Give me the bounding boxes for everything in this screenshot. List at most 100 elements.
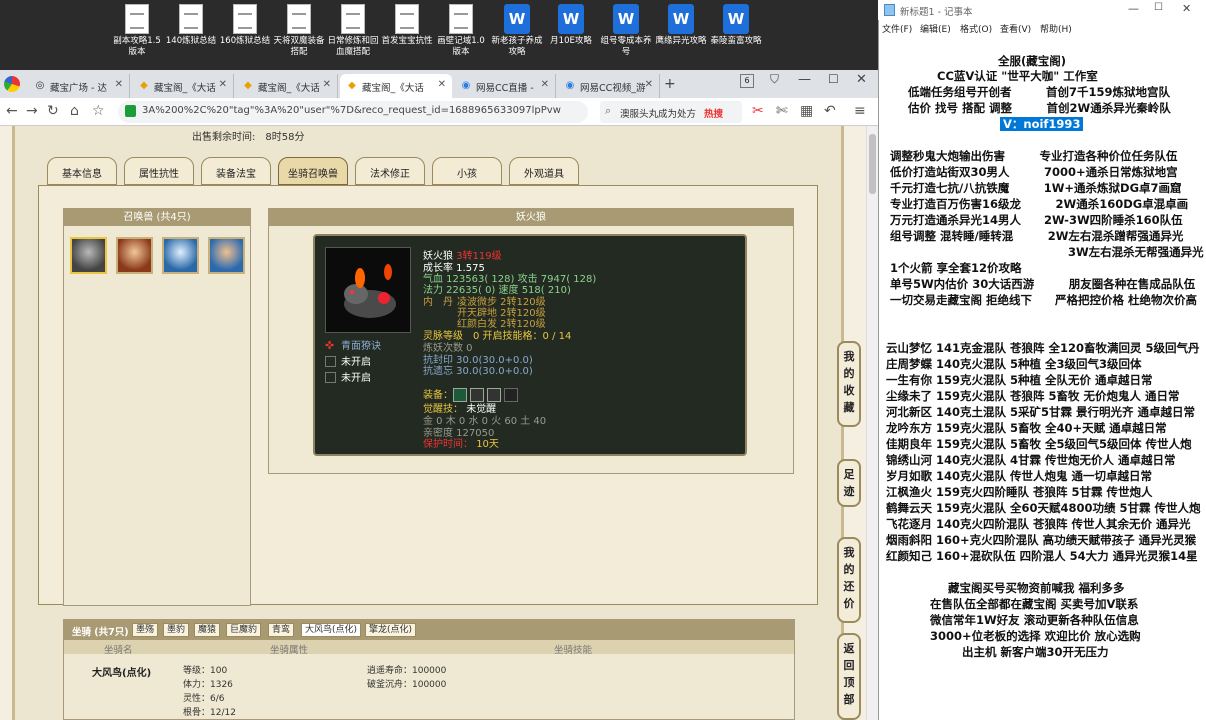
equip-slot-3[interactable] <box>487 388 501 402</box>
back-icon[interactable]: ← <box>6 103 18 119</box>
my-favorites-button[interactable]: 我的收藏 <box>837 341 861 427</box>
search-input[interactable]: ⌕ 澳服头丸成为处方 热搜 <box>600 101 742 123</box>
shirt-icon[interactable]: ⛉ <box>770 72 779 87</box>
mount-name: 大风鸟(点化) <box>92 668 152 679</box>
document-icon <box>233 4 257 34</box>
pet-avatar-wolf[interactable] <box>70 237 107 274</box>
bookmark-star-icon[interactable]: ☆ <box>92 103 105 119</box>
notepad-close-button[interactable]: ✕ <box>1182 2 1191 15</box>
equip-slot-4[interactable] <box>504 388 518 402</box>
mount-tab-1[interactable]: 墨殇 <box>132 623 159 637</box>
forward-icon[interactable]: → <box>26 103 38 119</box>
browser-tab-5[interactable]: ◉ 网易CC直播 - ✕ <box>454 74 556 98</box>
tab-basic-info[interactable]: 基本信息 <box>47 157 117 185</box>
desktop-icon-file-11[interactable]: W 鹰缘异光攻略 <box>654 4 708 47</box>
back-to-top-button[interactable]: 返回顶部 <box>837 633 861 720</box>
team-line: 云山梦忆 141克金混队 苍狼阵 全120畜牧满回灵 5级回气丹 <box>886 341 1200 355</box>
col-mount-attr: 坐骑属性 <box>270 645 309 656</box>
url-field[interactable]: 3A%200%2C%20"tag"%3A%20"user"%7D&reco_re… <box>118 101 588 123</box>
note-line: 低端任务组号开创者 首创7千159炼狱地宫队 <box>908 85 1171 99</box>
fire-wolf-image <box>344 264 396 318</box>
search-icon: ⌕ <box>605 104 612 117</box>
menu-icon[interactable]: ≡ <box>854 103 866 119</box>
desktop-icon-file-7[interactable]: 画壁记域1.0版本 <box>434 4 488 58</box>
mount-tab-3[interactable]: 魔猿 <box>194 623 221 637</box>
maximize-button[interactable]: ☐ <box>828 72 839 86</box>
desktop-icon-file-5[interactable]: 日常修炼和回血魔搭配 <box>326 4 380 58</box>
browser-tab-3[interactable]: ◆ 藏宝阁_《大话 ✕ <box>236 74 338 98</box>
pet-avatar-2[interactable] <box>116 237 153 274</box>
desktop-icon-file-12[interactable]: W 秦陵蛮富攻略 <box>709 4 763 47</box>
note-line-wechat[interactable]: V：noif1993 <box>1000 117 1084 131</box>
browser-tab-2[interactable]: ◆ 藏宝阁_《大话 ✕ <box>132 74 234 98</box>
note-line: 微信常年1W好友 滚动更新各种队伍信息 <box>930 613 1139 627</box>
desktop-icon-file-9[interactable]: W 月10E攻略 <box>544 4 598 47</box>
close-icon[interactable]: ✕ <box>115 79 123 90</box>
wps-doc-icon: W <box>668 4 694 34</box>
scissors-icon[interactable]: ✄ <box>776 103 788 119</box>
my-offers-button[interactable]: 我的还价 <box>837 537 861 623</box>
note-line: CC蓝V认证 "世平大咖" 工作室 <box>937 69 1098 83</box>
desktop-icon-file-2[interactable]: 140炼狱总结 <box>164 4 218 47</box>
pet-avatar-4[interactable] <box>208 237 245 274</box>
notepad-minimize-button[interactable]: — <box>1128 2 1139 15</box>
mount-tab-2[interactable]: 墨豹 <box>163 623 190 637</box>
minimize-button[interactable]: — <box>798 72 811 87</box>
close-icon[interactable]: ✕ <box>219 79 227 90</box>
team-line: 一生有你 159克火混队 5种植 全队无价 通卓越日常 <box>886 373 1153 387</box>
equip-slot-1[interactable] <box>453 388 467 402</box>
team-line: 尘缘未了 159克火混队 苍狼阵 5畜牧 无价炮鬼人 通日常 <box>886 389 1180 403</box>
close-icon[interactable]: ✕ <box>438 79 446 90</box>
new-tab-button[interactable]: + <box>664 76 676 92</box>
document-icon <box>341 4 365 34</box>
wps-doc-icon: W <box>558 4 584 34</box>
pet-list-panel: 召唤兽 (共4只) <box>63 208 251 606</box>
menu-view[interactable]: 查看(V) <box>1000 22 1031 35</box>
close-icon[interactable]: ✕ <box>541 79 549 90</box>
close-icon[interactable]: ✕ <box>323 79 331 90</box>
menu-help[interactable]: 帮助(H) <box>1040 22 1072 35</box>
team-line: 鹤舞云天 159克火混队 全60天赋4800功绩 5甘霖 传世人炮 <box>886 501 1201 515</box>
scrollbar-thumb[interactable] <box>869 134 876 194</box>
desktop-icon-file-3[interactable]: 160炼狱总结 <box>218 4 272 47</box>
menu-edit[interactable]: 编辑(E) <box>920 22 951 35</box>
team-line: 河北新区 140克土混队 5采矿5甘霖 景行明光齐 通卓越日常 <box>886 405 1196 419</box>
tab-mounts-pets[interactable]: 坐骑召唤兽 <box>278 157 348 185</box>
team-line: 佳期良年 159克火混队 5畜牧 全5级回气5级回体 传世人炮 <box>886 437 1192 451</box>
notepad-maximize-button[interactable]: ☐ <box>1154 2 1163 13</box>
desktop-icon-file-8[interactable]: W 新老孩子养成攻略 <box>490 4 544 58</box>
mount-tab-5[interactable]: 青鸾 <box>268 623 295 637</box>
tab-appearance[interactable]: 外观道具 <box>509 157 579 185</box>
mount-tab-7[interactable]: 擎龙(点化) <box>365 623 417 637</box>
menu-format[interactable]: 格式(O) <box>960 22 992 35</box>
tab-attributes[interactable]: 属性抗性 <box>124 157 194 185</box>
pet-avatar-3[interactable] <box>162 237 199 274</box>
equip-slot-2[interactable] <box>470 388 484 402</box>
back-arrow-icon[interactable]: ↶ <box>824 103 836 119</box>
desktop-icon-file-4[interactable]: 天将双魔装备搭配 <box>272 4 326 58</box>
desktop-icon-file-6[interactable]: 首发宝宝抗性 <box>380 4 434 47</box>
footprint-button[interactable]: 足迹 <box>837 459 861 507</box>
note-line: 万元打造通杀异光14男人 2W-3W四阶睡杀160队伍 <box>890 213 1183 227</box>
menu-file[interactable]: 文件(F) <box>882 22 912 35</box>
desktop-icon-file-10[interactable]: W 组号零成本养号 <box>599 4 653 58</box>
desktop-icon-file-1[interactable]: 副本攻略1.5版本 <box>110 4 164 58</box>
cut-icon[interactable]: ✂ <box>752 103 764 119</box>
skill-icon[interactable]: ✜ <box>325 340 337 352</box>
grid-icon[interactable]: ▦ <box>800 103 813 119</box>
browser-tab-4-active[interactable]: ◆ 藏宝阁_《大话 ✕ <box>340 74 452 98</box>
mount-tab-6-selected[interactable]: 大风鸟(点化) <box>301 623 362 637</box>
tab-spell-correction[interactable]: 法术修正 <box>355 157 425 185</box>
home-icon[interactable]: ⌂ <box>70 103 79 119</box>
hot-search-badge[interactable]: 热搜 <box>704 106 723 120</box>
browser-tab-6[interactable]: ◉ 网易CC视频_游 ✕ <box>558 74 660 98</box>
tab-count-badge[interactable]: 6 <box>740 74 754 88</box>
close-icon[interactable]: ✕ <box>645 79 653 90</box>
tab-equipment[interactable]: 装备法宝 <box>201 157 271 185</box>
browser-tab-1[interactable]: ◎ 藏宝广场 - 达 ✕ <box>28 74 130 98</box>
page-scrollbar[interactable] <box>866 126 878 720</box>
tab-children[interactable]: 小孩 <box>432 157 502 185</box>
window-close-button[interactable]: ✕ <box>856 72 867 87</box>
mount-tab-4[interactable]: 巨魔豹 <box>226 623 262 637</box>
reload-icon[interactable]: ↻ <box>47 103 59 119</box>
